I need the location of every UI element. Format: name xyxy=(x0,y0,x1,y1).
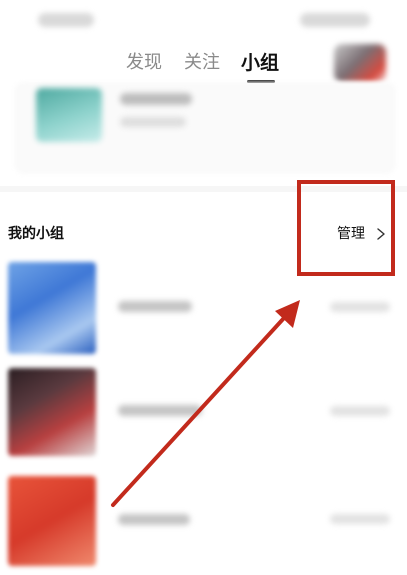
featured-group-thumbnail[interactable] xyxy=(36,88,102,142)
group-meta xyxy=(330,514,390,524)
featured-group-title xyxy=(120,93,192,105)
group-thumbnail[interactable] xyxy=(8,368,96,456)
group-thumbnail[interactable] xyxy=(8,262,96,354)
group-name[interactable] xyxy=(118,405,202,416)
tab-groups[interactable]: 小组 xyxy=(241,49,279,77)
group-meta xyxy=(330,302,390,312)
manage-label: 管理 xyxy=(337,226,365,242)
status-bar-indicators xyxy=(300,13,370,27)
section-divider xyxy=(0,186,407,192)
my-groups-title: 我的小组 xyxy=(8,226,64,242)
group-name[interactable] xyxy=(118,301,192,312)
avatar[interactable] xyxy=(334,44,386,82)
group-meta xyxy=(330,406,390,416)
status-bar-time xyxy=(38,13,94,27)
group-name[interactable] xyxy=(118,514,190,525)
tab-discover[interactable]: 发现 xyxy=(126,49,162,77)
tab-follow[interactable]: 关注 xyxy=(184,49,220,77)
featured-group-subtitle xyxy=(120,117,186,127)
chevron-right-icon xyxy=(377,228,385,240)
group-thumbnail[interactable] xyxy=(8,476,96,566)
manage-button[interactable]: 管理 xyxy=(337,225,387,243)
